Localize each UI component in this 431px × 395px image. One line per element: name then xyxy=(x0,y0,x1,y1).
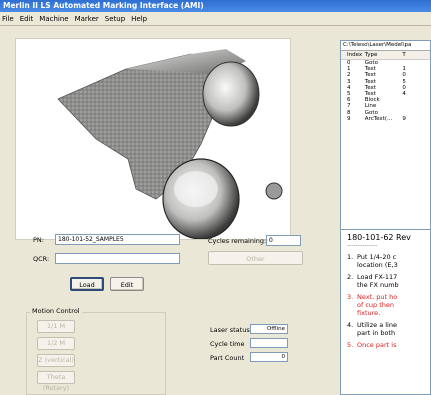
qcr-label: QCR: xyxy=(33,255,50,263)
window-title: Merlin II LS Automated Marking Interface… xyxy=(0,0,431,12)
row-type: ArcText(... xyxy=(364,115,393,122)
part-count-value: 0 xyxy=(250,352,288,362)
step-number: 5. xyxy=(347,341,354,349)
cycle-time-value xyxy=(250,338,288,348)
program-list-pane[interactable]: C:\Teleso\Laser\Medel\pa Index Type T 0G… xyxy=(340,40,431,242)
step-line: part in both xyxy=(357,329,396,337)
pn-label: PN: xyxy=(33,236,44,244)
part-photo xyxy=(15,38,291,240)
instruction-step: 3. Next, put ho of cup then fixture. xyxy=(347,293,430,317)
menu-setup[interactable]: Setup xyxy=(105,15,125,23)
qcr-field[interactable] xyxy=(55,253,180,264)
menu-machine[interactable]: Machine xyxy=(39,15,68,23)
laser-status-value: Offline xyxy=(250,324,288,334)
step-line: the FX numb xyxy=(357,281,399,289)
step-number: 2. xyxy=(347,273,354,281)
list-rows: 0 Goto 1 Text 1 2 Text 0 3 Text 5 4 Text 0 5 Text 4 6 Bloc… xyxy=(341,60,430,122)
column-type[interactable]: Type xyxy=(363,51,401,59)
row-index: 9 xyxy=(347,115,351,122)
step-line: Utilize a line xyxy=(357,321,397,329)
motion-button-1[interactable]: 1/1 M xyxy=(37,320,75,333)
laser-status-label: Laser status xyxy=(210,326,250,334)
edit-button[interactable]: Edit xyxy=(110,277,144,291)
step-number: 1. xyxy=(347,253,354,261)
cycle-time-label: Cycle time xyxy=(210,340,245,348)
step-text: Load FX-117 the FX numb xyxy=(357,273,399,289)
program-path: C:\Teleso\Laser\Medel\pa xyxy=(341,41,430,51)
step-line: Load FX-117 xyxy=(357,273,398,281)
main-client-area: PN: 180-101-52_SAMPLE5 QCR: Load Edit Cy… xyxy=(0,26,431,395)
instruction-step: 2. Load FX-117 the FX numb xyxy=(347,273,430,289)
motion-control-title: Motion Control xyxy=(30,307,82,315)
instruction-step: 4. Utilize a line part in both xyxy=(347,321,430,337)
load-button[interactable]: Load xyxy=(70,277,104,291)
step-text: Once part is xyxy=(357,341,396,349)
motion-button-theta[interactable]: Theta (Rotary) xyxy=(37,371,75,392)
cycles-remaining-field[interactable]: 0 xyxy=(266,235,301,246)
column-t[interactable]: T xyxy=(400,51,430,59)
step-line: Put 1/4-20 c xyxy=(357,253,397,261)
pn-field[interactable]: 180-101-52_SAMPLE5 xyxy=(55,234,180,245)
part-count-label: Part Count xyxy=(210,354,245,362)
step-text: Put 1/4-20 c location (E,3 xyxy=(357,253,398,269)
menu-edit[interactable]: Edit xyxy=(20,15,34,23)
instruction-step: 5. Once part is xyxy=(347,341,430,349)
step-line: Once part is xyxy=(357,341,397,349)
step-line: location (E,3 xyxy=(357,261,398,269)
step-text: Utilize a line part in both xyxy=(357,321,397,337)
cycles-remaining-label: Cycles remaining: xyxy=(208,237,267,245)
menu-help[interactable]: Help xyxy=(131,15,147,23)
doc-steps: 1. Put 1/4-20 c location (E,3 2. Load FX-117… xyxy=(347,253,430,349)
instruction-step: 1. Put 1/4-20 c location (E,3 xyxy=(347,253,430,269)
list-row[interactable]: 9 ArcText(... 9 xyxy=(341,116,430,122)
menu-file[interactable]: File xyxy=(2,15,14,23)
menu-bar: File Edit Machine Marker Setup Help xyxy=(0,12,431,26)
step-number: 3. xyxy=(347,293,354,301)
other-button[interactable]: Other xyxy=(208,251,303,265)
step-number: 4. xyxy=(347,321,354,329)
list-header: Index Type T xyxy=(341,51,430,60)
step-text: Next, put ho of cup then fixture. xyxy=(357,293,397,317)
step-line: of cup then xyxy=(357,301,395,309)
step-line: Next, put ho xyxy=(357,293,398,301)
doc-separator: -------------- xyxy=(347,242,378,249)
instructions-pane: 180-101-62 Rev -------------- 1. Put 1/4-… xyxy=(340,229,431,395)
column-index[interactable]: Index xyxy=(341,51,363,59)
motion-button-z[interactable]: Z (vertical) xyxy=(37,354,75,367)
menu-marker[interactable]: Marker xyxy=(75,15,99,23)
motion-button-2[interactable]: 1/2 M xyxy=(37,337,75,350)
doc-title: 180-101-62 Rev xyxy=(347,233,411,242)
row-t: 9 xyxy=(402,115,406,122)
step-line: fixture. xyxy=(357,309,381,317)
